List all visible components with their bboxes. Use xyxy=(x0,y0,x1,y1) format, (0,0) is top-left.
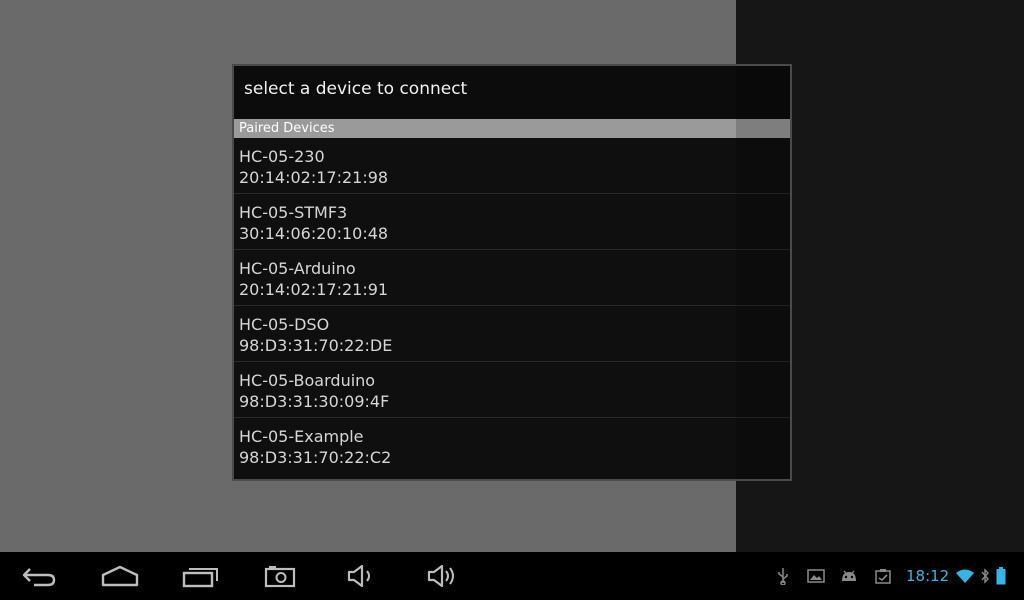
device-list-item[interactable]: HC-05-Example 98:D3:31:70:22:C2 xyxy=(234,418,790,474)
screenshot-icon xyxy=(264,566,296,588)
screen: select a device to connect Paired Device… xyxy=(0,0,1024,600)
gallery-icon xyxy=(806,566,826,586)
device-list-item[interactable]: HC-05-DSO 98:D3:31:70:22:DE xyxy=(234,306,790,362)
android-debug-icon xyxy=(838,566,860,586)
device-address: 98:D3:31:30:09:4F xyxy=(239,392,390,411)
system-navigation-bar: 18:12 xyxy=(0,552,1024,600)
wifi-icon xyxy=(954,566,976,586)
recent-apps-button[interactable] xyxy=(176,560,224,592)
home-icon xyxy=(101,565,139,587)
device-list: HC-05-230 20:14:02:17:21:98 HC-05-STMF3 … xyxy=(234,138,790,474)
device-address: 98:D3:31:70:22:DE xyxy=(239,336,393,355)
device-list-item[interactable]: HC-05-230 20:14:02:17:21:98 xyxy=(234,138,790,194)
clipboard-icon xyxy=(873,566,893,586)
device-select-dialog: select a device to connect Paired Device… xyxy=(232,64,792,481)
screenshot-button[interactable] xyxy=(256,560,304,592)
clock: 18:12 xyxy=(906,567,950,585)
device-address: 30:14:06:20:10:48 xyxy=(239,224,389,243)
volume-up-button[interactable] xyxy=(416,560,464,592)
home-button[interactable] xyxy=(96,560,144,592)
device-address: 20:14:02:17:21:91 xyxy=(239,280,389,299)
volume-down-icon xyxy=(347,564,370,588)
back-icon xyxy=(22,568,56,587)
section-header-paired-devices: Paired Devices xyxy=(234,119,790,138)
battery-icon xyxy=(994,566,1008,586)
device-name: HC-05-Arduino xyxy=(239,259,356,278)
device-name: HC-05-230 xyxy=(239,147,325,166)
device-name: HC-05-Boarduino xyxy=(239,371,376,390)
volume-down-button[interactable] xyxy=(336,560,384,592)
device-list-item[interactable]: HC-05-Arduino 20:14:02:17:21:91 xyxy=(234,250,790,306)
device-list-item[interactable]: HC-05-STMF3 30:14:06:20:10:48 xyxy=(234,194,790,250)
device-name: HC-05-STMF3 xyxy=(239,203,348,222)
device-address: 98:D3:31:70:22:C2 xyxy=(239,448,392,467)
app-area: select a device to connect Paired Device… xyxy=(0,0,1024,552)
dialog-title: select a device to connect xyxy=(234,66,790,119)
back-button[interactable] xyxy=(16,560,64,592)
bluetooth-icon xyxy=(979,566,991,586)
volume-up-icon xyxy=(427,564,454,588)
device-address: 20:14:02:17:21:98 xyxy=(239,168,389,187)
device-name: HC-05-Example xyxy=(239,427,364,446)
usb-icon xyxy=(775,566,791,586)
device-name: HC-05-DSO xyxy=(239,315,330,334)
recent-apps-icon xyxy=(182,568,218,588)
device-list-item[interactable]: HC-05-Boarduino 98:D3:31:30:09:4F xyxy=(234,362,790,418)
